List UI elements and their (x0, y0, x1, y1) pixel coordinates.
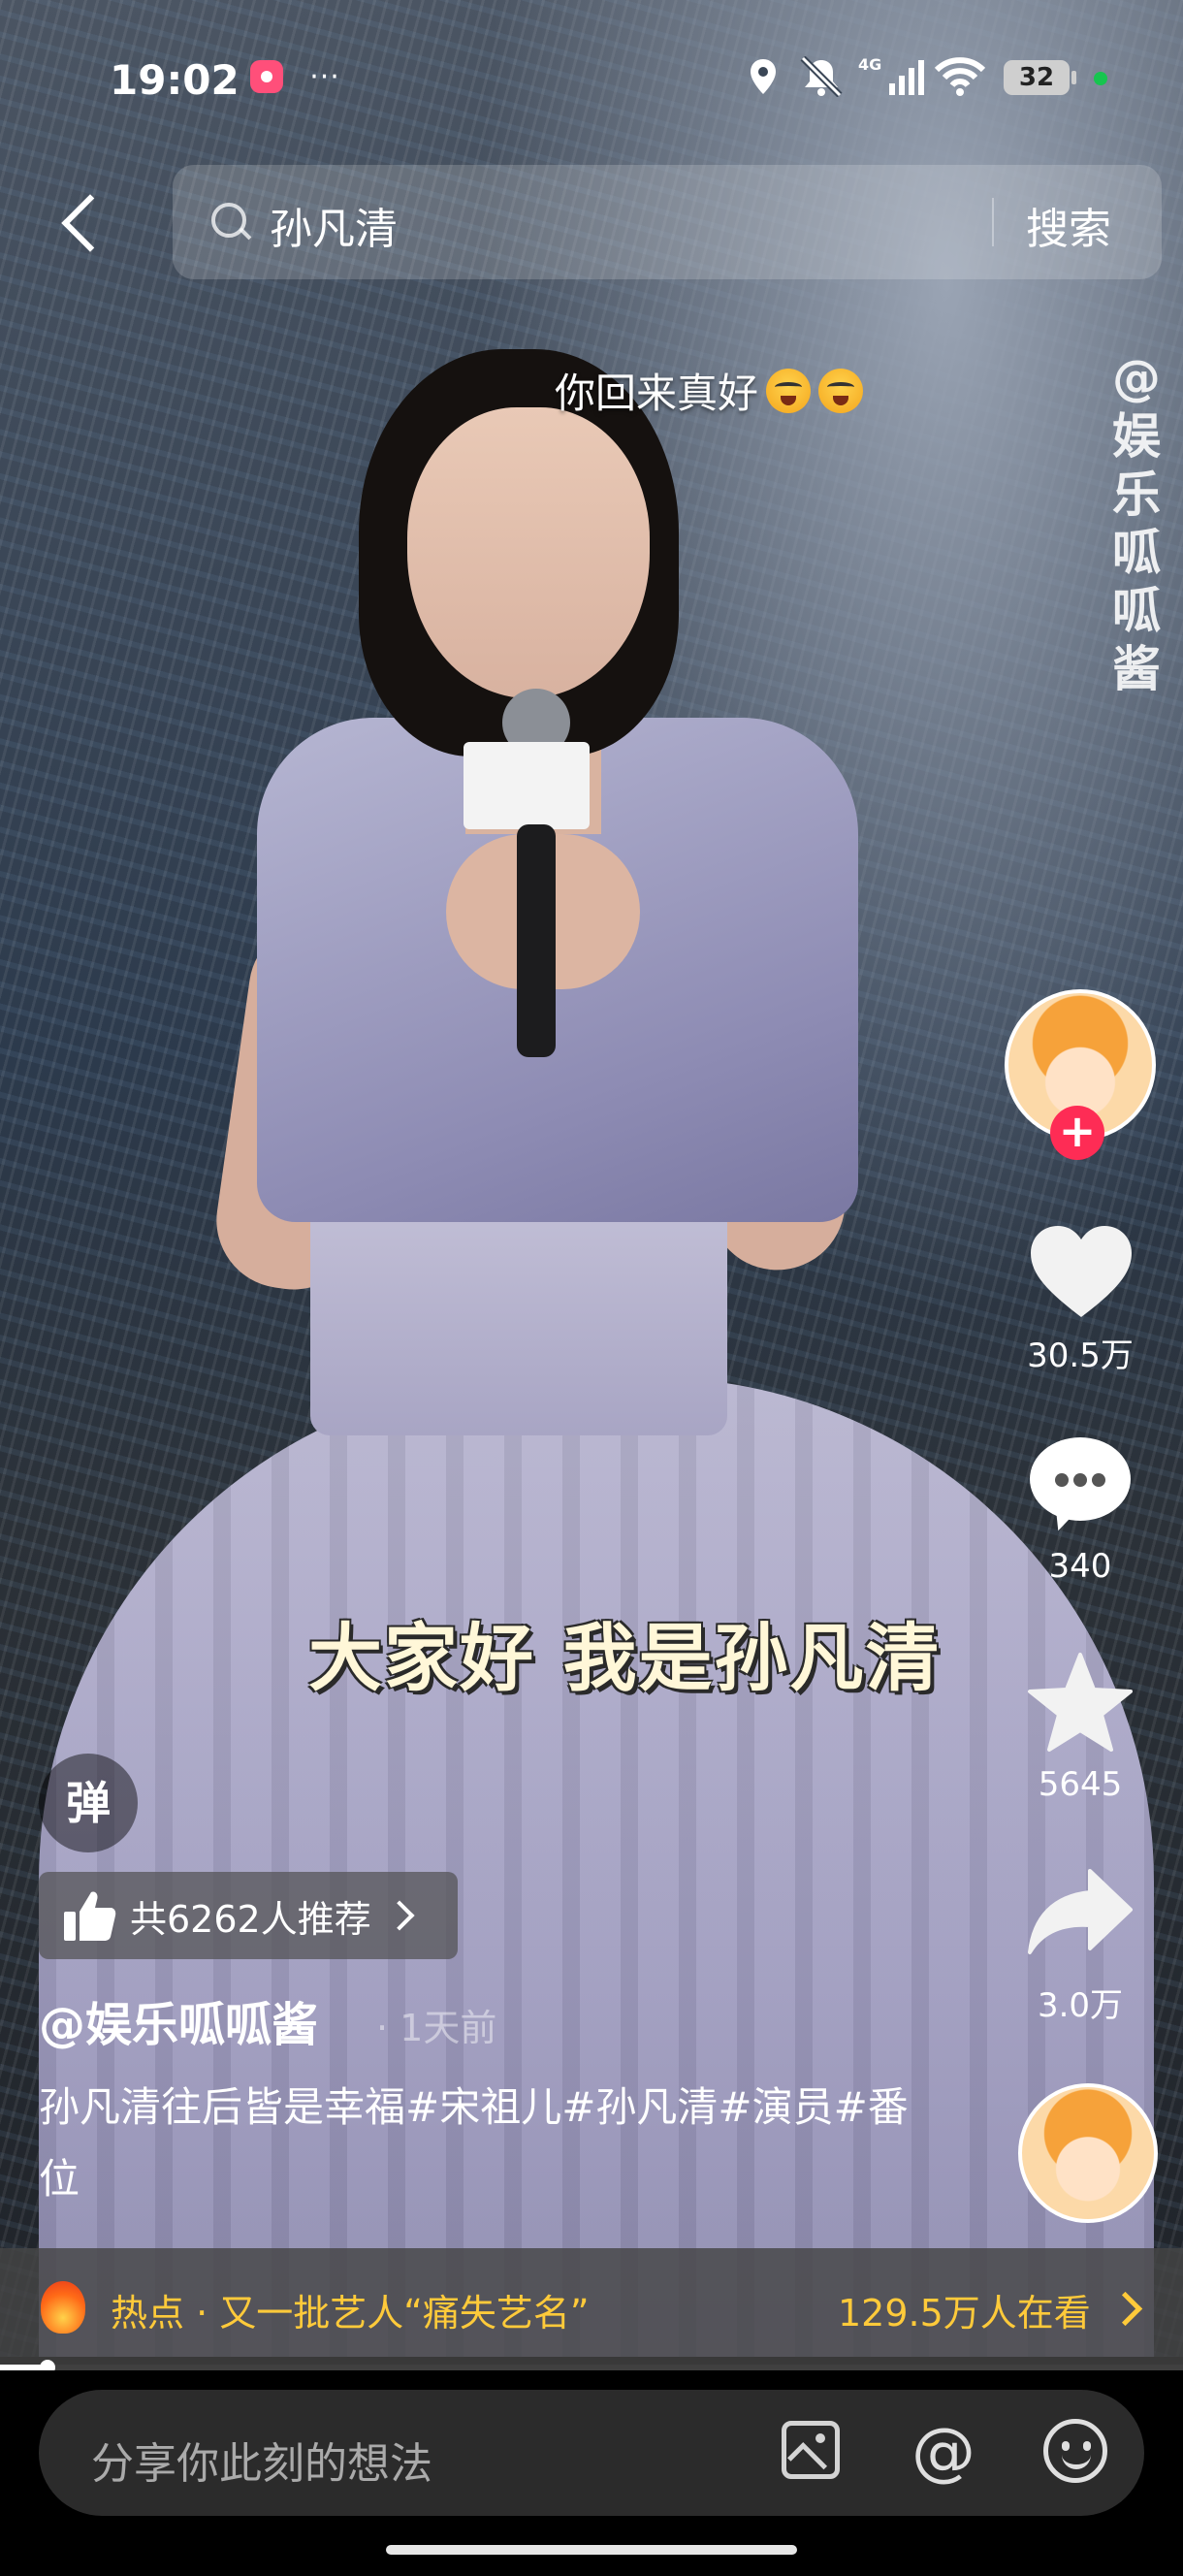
mute-icon (797, 54, 846, 99)
search-icon (211, 203, 246, 238)
crying-emoji-icon (766, 368, 812, 413)
comment-placeholder: 分享你此刻的想法 (91, 2439, 432, 2489)
search-divider (992, 198, 994, 246)
home-indicator[interactable] (386, 2545, 797, 2555)
post-description[interactable]: 孙凡清往后皆是幸福#宋祖儿#孙凡清#演员#番位 (39, 2072, 911, 2215)
signal-label: 4G (858, 55, 881, 74)
location-icon (745, 54, 782, 99)
recommend-button[interactable]: 共6262人推荐 (39, 1872, 458, 1959)
battery-icon: 32 (1004, 60, 1076, 95)
emoji-icon[interactable] (1043, 2419, 1107, 2483)
at-icon[interactable]: @ (911, 2413, 975, 2491)
hot-viewer-count: 129.5万人在看 (838, 2292, 1091, 2334)
post-time: · 1天前 (376, 2007, 497, 2049)
app-notification-icon (247, 54, 286, 99)
video-subtitle: 大家好 我是孙凡清 (308, 1615, 942, 1701)
crying-emoji-icon (818, 368, 864, 413)
like-count: 30.5万 (1027, 1336, 1134, 1375)
video-caption-text: 你回来真好 (555, 370, 759, 417)
video-frame-face (407, 407, 650, 698)
privacy-indicator (1094, 72, 1107, 85)
video-watermark: @娱乐呱呱酱 (1112, 350, 1161, 697)
favorite-count: 5645 (1038, 1765, 1123, 1804)
status-time: 19:02 (110, 56, 240, 104)
comment-icon[interactable] (1030, 1437, 1131, 1535)
hot-topic-text: 热点 · 又一批艺人“痛失艺名” (111, 2292, 590, 2334)
music-disc-avatar[interactable] (1018, 2083, 1158, 2223)
status-bar: 19:02 ··· 4G 32 (0, 0, 1183, 163)
hot-topic-bar[interactable]: 热点 · 又一批艺人“痛失艺名” 129.5万人在看 (0, 2248, 1183, 2365)
back-icon[interactable] (56, 189, 109, 257)
recommend-text: 共6262人推荐 (130, 1897, 371, 1941)
heart-icon[interactable] (1029, 1224, 1134, 1321)
thumbs-up-icon (64, 1891, 116, 1941)
more-dots-icon: ··· (309, 59, 340, 94)
video-caption: 你回来真好 (555, 361, 864, 420)
follow-plus-icon[interactable]: + (1050, 1106, 1104, 1160)
microphone (464, 689, 590, 1057)
author-name[interactable]: @娱乐呱呱酱 (39, 1986, 318, 2054)
wifi-icon (933, 54, 987, 99)
signal-4g-icon: 4G (856, 54, 926, 99)
flame-icon (41, 2281, 85, 2334)
search-input[interactable]: 孙凡清 (270, 194, 398, 256)
search-bar[interactable]: 孙凡清 搜索 (173, 165, 1162, 279)
chevron-right-icon (1107, 2291, 1143, 2327)
comment-count: 340 (1048, 1547, 1112, 1586)
danmu-toggle-button[interactable]: 弹 (39, 1754, 138, 1852)
star-icon[interactable] (1026, 1651, 1135, 1754)
comment-input[interactable]: 分享你此刻的想法 @ (39, 2390, 1144, 2516)
search-button[interactable]: 搜索 (1026, 194, 1111, 256)
image-icon[interactable] (782, 2421, 840, 2479)
share-count: 3.0万 (1037, 1986, 1124, 2025)
share-icon[interactable] (1026, 1867, 1135, 1956)
chevron-right-icon (384, 1900, 415, 1931)
